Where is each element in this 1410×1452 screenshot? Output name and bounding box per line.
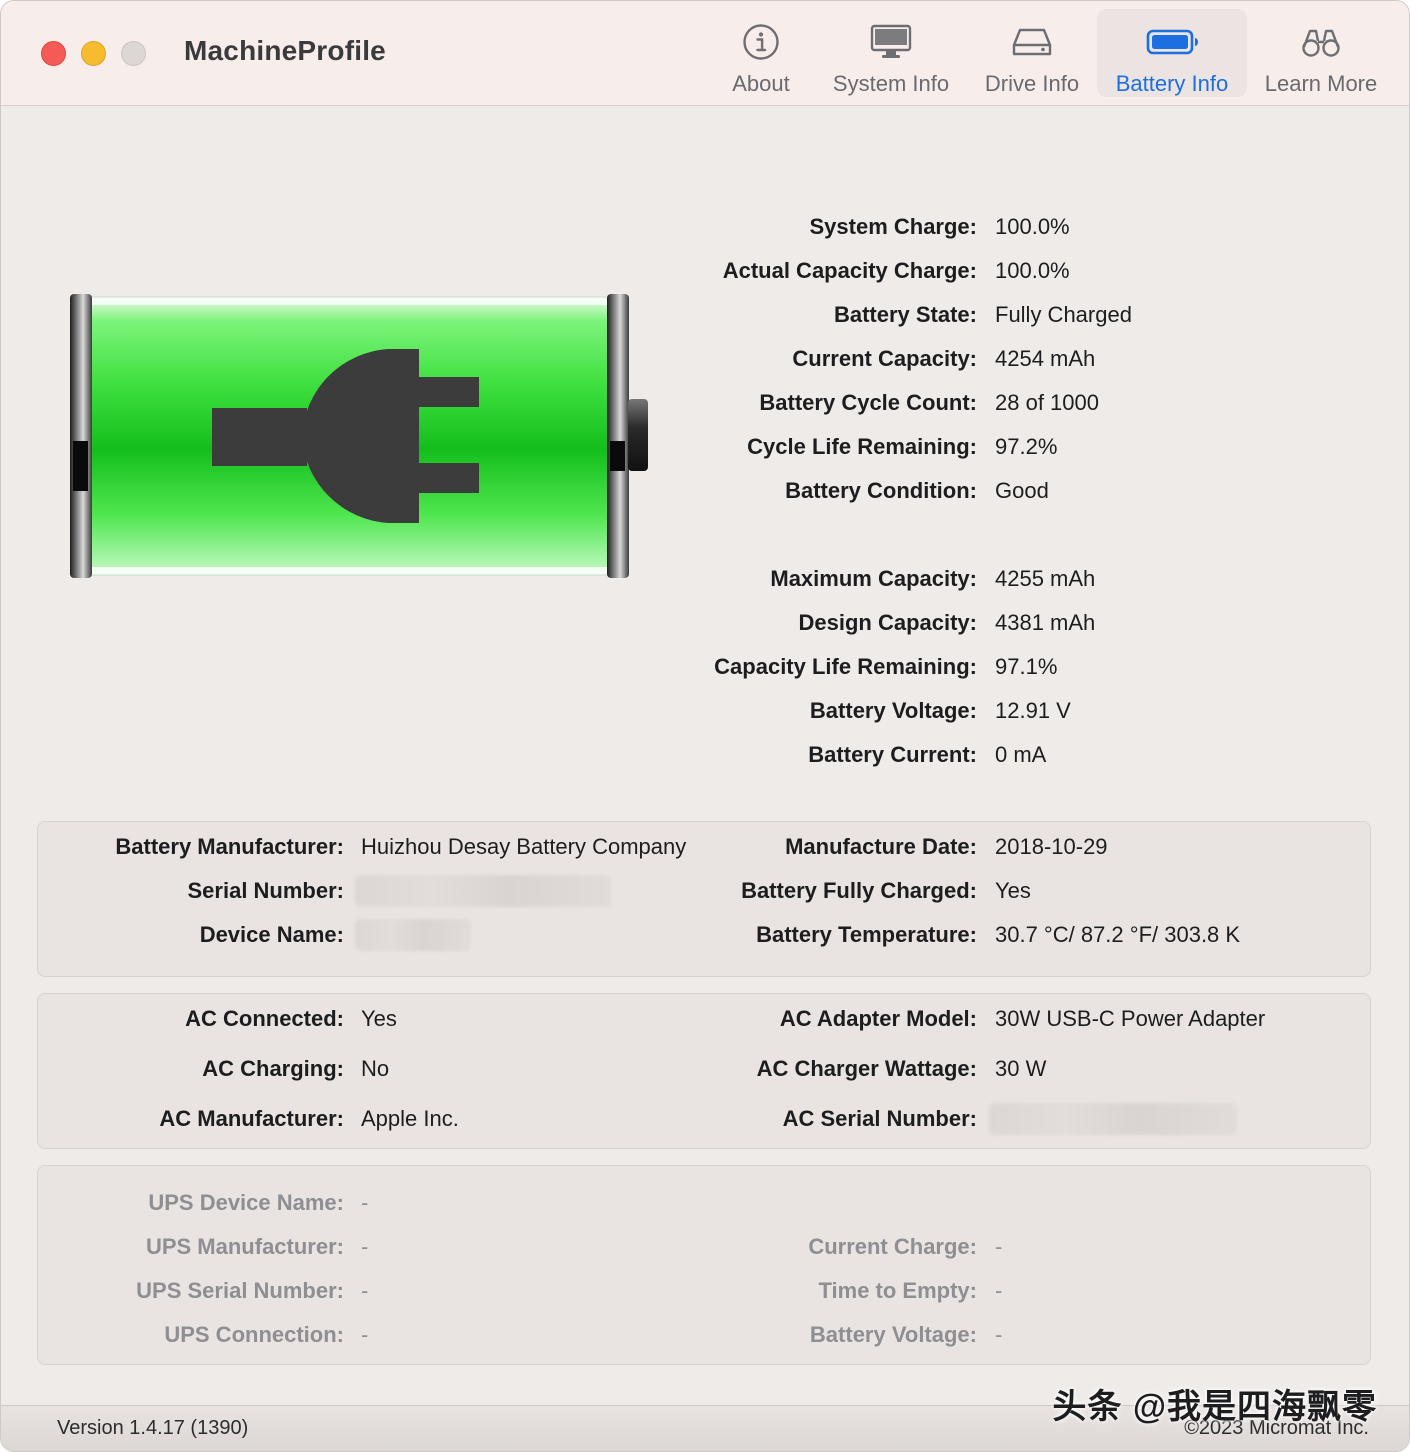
toolbar-learn-more-label: Learn More: [1264, 71, 1378, 96]
minimize-window-button[interactable]: [81, 41, 106, 66]
battery-temperature-label: Battery Temperature:: [756, 922, 977, 947]
battery-fully-charged-value: Yes: [995, 878, 1031, 903]
toolbar-battery-info[interactable]: Battery Info: [1097, 9, 1247, 97]
current-capacity-value: 4254 mAh: [995, 346, 1096, 371]
design-capacity-value: 4381 mAh: [995, 610, 1096, 635]
watermark-text: 头条 @我是四海飘零: [1052, 1388, 1377, 1426]
ac-adapter-model-label: AC Adapter Model:: [779, 1006, 977, 1031]
battery-state-value: Fully Charged: [995, 302, 1132, 327]
toolbar-battery-info-label: Battery Info: [1115, 71, 1229, 96]
drive-icon: [1010, 23, 1054, 61]
battery-voltage-value: 12.91 V: [995, 698, 1071, 723]
manufacture-date-label: Manufacture Date:: [785, 834, 977, 859]
battery-condition-value: Good: [995, 478, 1049, 503]
design-capacity-label: Design Capacity:: [798, 610, 978, 635]
app-window: MachineProfile About System Info Drive I…: [0, 0, 1410, 1452]
toolbar-learn-more[interactable]: Learn More: [1246, 9, 1396, 97]
manufacture-date-value: 2018-10-29: [995, 834, 1108, 859]
binoculars-icon: [1299, 23, 1343, 61]
ups-connection-label: UPS Connection:: [164, 1322, 344, 1347]
ups-battery-voltage-label: Battery Voltage:: [809, 1322, 977, 1347]
battery-cycle-count-value: 28 of 1000: [995, 390, 1099, 415]
ups-manufacturer-label: UPS Manufacturer:: [145, 1234, 344, 1259]
battery-temperature-value: 30.7 °C/ 87.2 °F/ 303.8 K: [995, 922, 1241, 947]
battery-icon: [1145, 23, 1199, 61]
toolbar-about-label: About: [732, 71, 790, 96]
battery-cycle-count-label: Battery Cycle Count:: [759, 390, 977, 415]
ups-time-to-empty-value: -: [995, 1278, 1003, 1303]
ups-current-charge-value: -: [995, 1234, 1003, 1259]
battery-fully-charged-label: Battery Fully Charged:: [741, 878, 977, 903]
ac-manufacturer-value: Apple Inc.: [361, 1106, 459, 1131]
ups-serial-number-value: -: [361, 1278, 369, 1303]
ac-adapter-model-value: 30W USB-C Power Adapter: [995, 1006, 1266, 1031]
info-icon: [742, 23, 780, 61]
battery-state-label: Battery State:: [833, 302, 977, 327]
ups-device-name-label: UPS Device Name:: [148, 1190, 344, 1215]
cycle-life-remaining-value: 97.2%: [995, 434, 1058, 459]
device-name-label: Device Name:: [199, 922, 344, 947]
ac-charger-wattage-label: AC Charger Wattage:: [756, 1056, 977, 1081]
system-charge-label: System Charge:: [809, 214, 977, 239]
ups-device-name-value: -: [361, 1190, 369, 1215]
ac-manufacturer-label: AC Manufacturer:: [159, 1106, 344, 1131]
ups-battery-voltage-value: -: [995, 1322, 1003, 1347]
maximum-capacity-value: 4255 mAh: [995, 566, 1096, 591]
toolbar-drive-info-label: Drive Info: [984, 71, 1080, 96]
ac-charger-wattage-value: 30 W: [995, 1056, 1047, 1081]
ac-serial-number-label: AC Serial Number:: [782, 1106, 977, 1131]
toolbar-about[interactable]: About: [686, 9, 836, 97]
cycle-life-remaining-label: Cycle Life Remaining:: [747, 434, 977, 459]
battery-current-value: 0 mA: [995, 742, 1047, 767]
ac-charging-label: AC Charging:: [202, 1056, 344, 1081]
battery-condition-label: Battery Condition:: [785, 478, 977, 503]
current-capacity-label: Current Capacity:: [792, 346, 977, 371]
version-text: Version 1.4.17 (1390): [57, 1417, 249, 1439]
ac-charging-value: No: [361, 1056, 390, 1081]
ups-serial-number-label: UPS Serial Number:: [136, 1278, 344, 1303]
actual-capacity-charge-label: Actual Capacity Charge:: [722, 258, 977, 283]
ac-connected-label: AC Connected:: [185, 1006, 344, 1031]
serial-number-redacted: [355, 875, 611, 907]
ac-connected-value: Yes: [361, 1006, 397, 1031]
serial-number-label: Serial Number:: [187, 878, 345, 903]
toolbar-drive-info[interactable]: Drive Info: [957, 9, 1107, 97]
maximum-capacity-label: Maximum Capacity:: [770, 566, 977, 591]
ups-manufacturer-value: -: [361, 1234, 369, 1259]
device-name-redacted: [355, 919, 471, 951]
close-window-button[interactable]: [41, 41, 66, 66]
toolbar-system-info-label: System Info: [832, 71, 950, 96]
battery-current-label: Battery Current:: [808, 742, 977, 767]
zoom-window-button[interactable]: [121, 41, 146, 66]
display-icon: [869, 23, 913, 61]
battery-manufacturer-value: Huizhou Desay Battery Company: [361, 834, 687, 859]
capacity-life-remaining-label: Capacity Life Remaining:: [714, 654, 977, 679]
battery-voltage-label: Battery Voltage:: [809, 698, 977, 723]
title-bar: MachineProfile About System Info Drive I…: [1, 1, 1409, 106]
ups-connection-value: -: [361, 1322, 369, 1347]
battery-status-graphic: [67, 293, 651, 579]
app-title: MachineProfile: [184, 35, 386, 66]
actual-capacity-charge-value: 100.0%: [995, 258, 1070, 283]
capacity-life-remaining-value: 97.1%: [995, 654, 1058, 679]
ups-current-charge-label: Current Charge:: [808, 1234, 977, 1259]
ups-time-to-empty-label: Time to Empty:: [818, 1278, 977, 1303]
ac-serial-number-redacted: [989, 1103, 1237, 1135]
system-charge-value: 100.0%: [995, 214, 1070, 239]
toolbar-system-info[interactable]: System Info: [816, 9, 966, 97]
battery-manufacturer-label: Battery Manufacturer:: [115, 834, 344, 859]
